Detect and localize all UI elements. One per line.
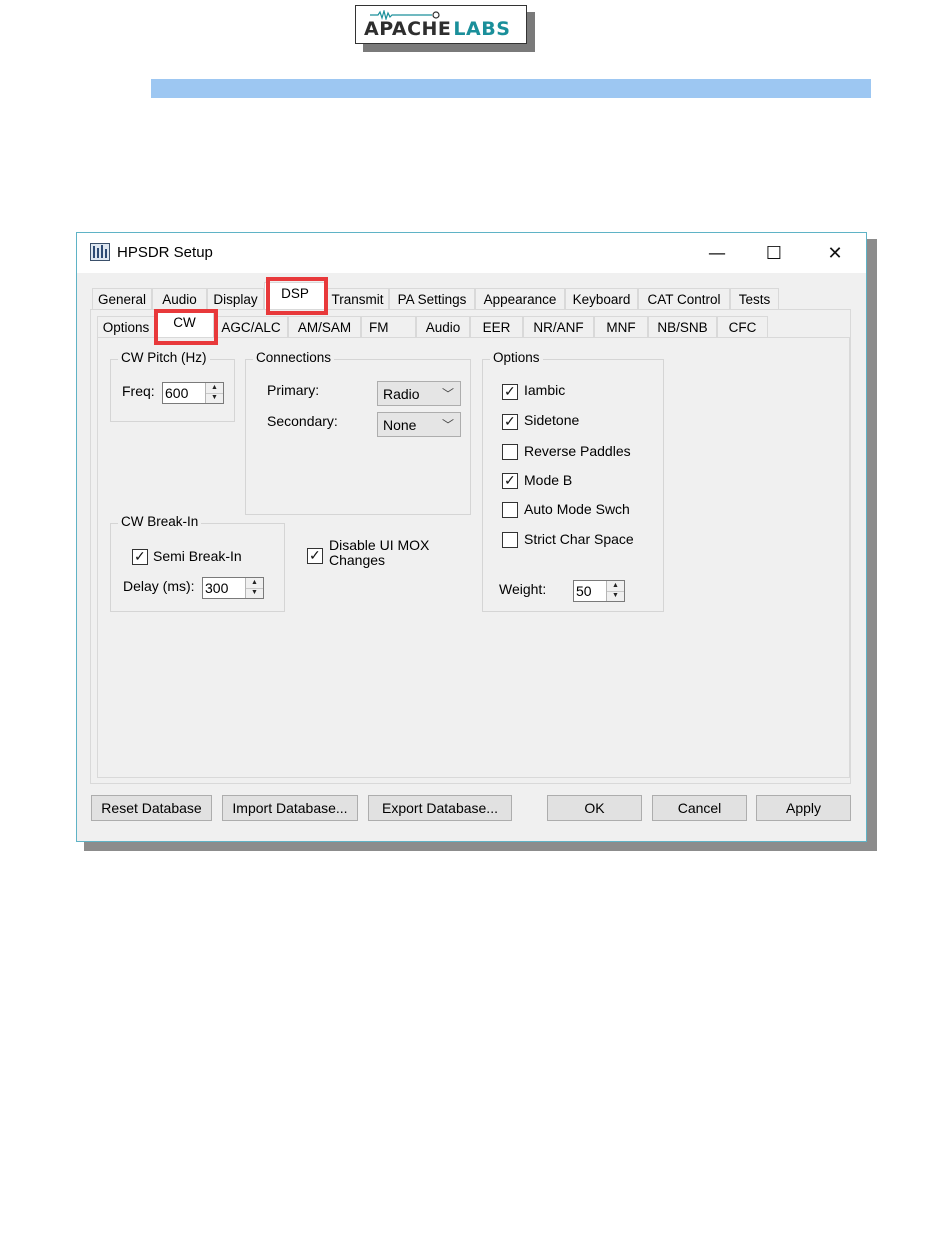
tab-keyboard[interactable]: Keyboard — [565, 288, 638, 310]
weight-value: 50 — [576, 583, 592, 599]
setup-window: HPSDR Setup — ☐ ✕ General Audio Display … — [76, 232, 867, 842]
spin-down-icon[interactable]: ▼ — [246, 588, 263, 598]
apply-button[interactable]: Apply — [756, 795, 851, 821]
spin-down-icon[interactable]: ▼ — [607, 591, 624, 601]
subtab-nb-snb[interactable]: NB/SNB — [648, 316, 717, 338]
delay-spinner[interactable]: 300 ▲ ▼ — [202, 577, 264, 599]
auto-mode-swch-label[interactable]: Auto Mode Swch — [524, 501, 630, 517]
header-bar-gap — [80, 79, 151, 98]
tab-pa-settings[interactable]: PA Settings — [389, 288, 475, 310]
weight-spin-buttons[interactable]: ▲ ▼ — [606, 581, 624, 601]
reverse-paddles-checkbox[interactable] — [502, 444, 518, 460]
secondary-label: Secondary: — [267, 413, 338, 429]
window-title: HPSDR Setup — [117, 244, 213, 261]
check-icon: ✓ — [134, 548, 146, 564]
weight-label: Weight: — [499, 581, 547, 597]
dsp-tab-highlight — [266, 277, 328, 315]
logo-word-apache: APACHE — [364, 18, 452, 40]
header-bar — [80, 79, 871, 98]
strict-char-space-label[interactable]: Strict Char Space — [524, 531, 634, 547]
freq-value: 600 — [165, 385, 189, 401]
chevron-down-icon: ﹀ — [441, 418, 454, 432]
subtab-nr-anf[interactable]: NR/ANF — [523, 316, 594, 338]
check-icon: ✓ — [309, 547, 321, 563]
delay-value: 300 — [205, 580, 229, 596]
primary-select[interactable]: Radio ﹀ — [377, 381, 461, 406]
semi-break-in-label[interactable]: Semi Break-In — [153, 548, 242, 564]
app-icon — [90, 243, 110, 261]
reset-database-button[interactable]: Reset Database — [91, 795, 212, 821]
subtab-agc-alc[interactable]: AGC/ALC — [214, 316, 288, 338]
tab-audio[interactable]: Audio — [152, 288, 207, 310]
apache-labs-logo: APACHE LABS — [355, 5, 527, 44]
tab-display[interactable]: Display — [207, 288, 264, 310]
cw-pitch-title: CW Pitch (Hz) — [118, 350, 210, 365]
subtab-fm[interactable]: FM — [361, 316, 416, 338]
weight-spinner[interactable]: 50 ▲ ▼ — [573, 580, 625, 602]
ok-button[interactable]: OK — [547, 795, 642, 821]
delay-spin-buttons[interactable]: ▲ ▼ — [245, 578, 263, 598]
sidetone-label[interactable]: Sidetone — [524, 412, 579, 428]
primary-label: Primary: — [267, 382, 320, 398]
primary-value: Radio — [383, 386, 420, 402]
reverse-paddles-label[interactable]: Reverse Paddles — [524, 443, 631, 459]
import-database-button[interactable]: Import Database... — [222, 795, 358, 821]
disable-ui-mox-checkbox[interactable]: ✓ — [307, 547, 323, 564]
subtab-mnf[interactable]: MNF — [594, 316, 648, 338]
semi-break-in-checkbox[interactable]: ✓ — [132, 548, 148, 565]
subtab-audio[interactable]: Audio — [416, 316, 470, 338]
subtab-am-sam[interactable]: AM/SAM — [288, 316, 361, 338]
subtab-options[interactable]: Options — [97, 316, 155, 338]
close-button[interactable]: ✕ — [812, 239, 858, 267]
delay-label: Delay (ms): — [123, 578, 195, 594]
tab-transmit[interactable]: Transmit — [326, 288, 389, 310]
disable-ui-mox-label[interactable]: Disable UI MOX Changes — [329, 538, 429, 568]
strict-char-space-checkbox[interactable] — [502, 532, 518, 548]
disable-ui-mox-line2: Changes — [329, 552, 386, 568]
mode-b-checkbox[interactable]: ✓ — [502, 472, 518, 489]
check-icon: ✓ — [504, 472, 516, 488]
export-database-button[interactable]: Export Database... — [368, 795, 512, 821]
auto-mode-swch-checkbox[interactable] — [502, 502, 518, 518]
minimize-button[interactable]: — — [694, 239, 740, 267]
check-icon: ✓ — [504, 383, 516, 399]
cw-tab-highlight — [154, 309, 218, 345]
cancel-button[interactable]: Cancel — [652, 795, 747, 821]
disable-ui-mox-line1: Disable UI MOX — [329, 537, 430, 553]
tab-tests[interactable]: Tests — [730, 288, 779, 310]
tab-appearance[interactable]: Appearance — [475, 288, 565, 310]
options-title: Options — [490, 350, 543, 365]
cw-break-in-title: CW Break-In — [118, 514, 202, 529]
subtab-eer[interactable]: EER — [470, 316, 523, 338]
freq-label: Freq: — [122, 383, 155, 399]
freq-spinner[interactable]: 600 ▲ ▼ — [162, 382, 224, 404]
sidetone-checkbox[interactable]: ✓ — [502, 413, 518, 430]
iambic-checkbox[interactable]: ✓ — [502, 383, 518, 400]
connections-title: Connections — [253, 350, 335, 365]
logo-word-labs: LABS — [453, 18, 511, 40]
check-icon: ✓ — [504, 413, 516, 429]
maximize-button[interactable]: ☐ — [751, 239, 797, 267]
freq-spin-buttons[interactable]: ▲ ▼ — [205, 383, 223, 403]
tab-cat-control[interactable]: CAT Control — [638, 288, 730, 310]
iambic-label[interactable]: Iambic — [524, 382, 565, 398]
spin-down-icon[interactable]: ▼ — [206, 393, 223, 403]
chevron-down-icon: ﹀ — [441, 387, 454, 401]
title-bar[interactable]: HPSDR Setup — ☐ ✕ — [77, 233, 866, 273]
secondary-value: None — [383, 417, 417, 433]
subtab-cfc[interactable]: CFC — [717, 316, 768, 338]
secondary-select[interactable]: None ﹀ — [377, 412, 461, 437]
mode-b-label[interactable]: Mode B — [524, 472, 572, 488]
tab-general[interactable]: General — [92, 288, 152, 310]
